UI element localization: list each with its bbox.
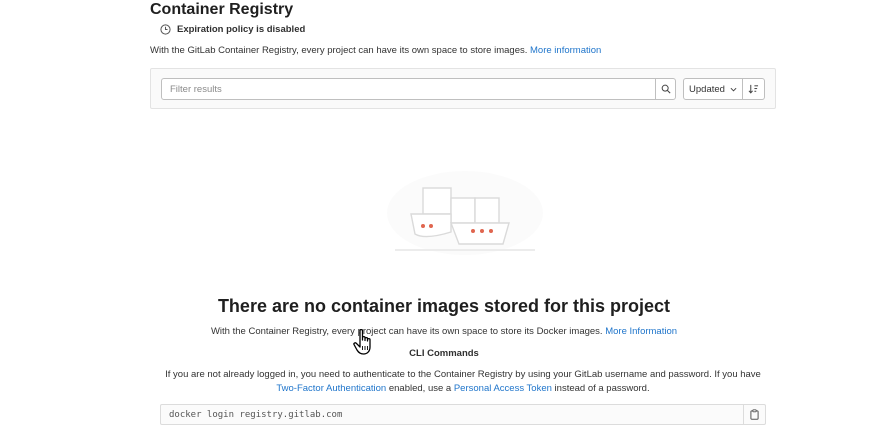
- hand-cursor-icon: [353, 328, 371, 355]
- container-ship-illustration: [387, 171, 543, 255]
- docker-login-command-box: docker login registry.gitlab.com: [160, 404, 766, 425]
- filter-results-input[interactable]: [162, 79, 655, 99]
- clock-icon: [160, 24, 171, 35]
- sort-by-dropdown[interactable]: Updated: [683, 78, 743, 100]
- cli-commands-heading: CLI Commands: [409, 348, 479, 359]
- two-factor-auth-link[interactable]: Two-Factor Authentication: [276, 383, 386, 394]
- cli-text-2: enabled, use a: [388, 382, 452, 394]
- more-information-link-2[interactable]: More Information: [605, 326, 677, 337]
- empty-state-description: With the Container Registry, every proje…: [0, 326, 888, 337]
- registry-intro: With the GitLab Container Registry, ever…: [150, 45, 601, 56]
- copy-icon: [750, 409, 759, 420]
- search-icon: [661, 84, 671, 94]
- cli-instructions: If you are not already logged in, you ne…: [150, 368, 776, 395]
- copy-command-button[interactable]: [743, 405, 765, 424]
- chevron-down-icon: [730, 87, 737, 91]
- page-title: Container Registry: [150, 1, 294, 18]
- empty-state-text: With the Container Registry, every proje…: [210, 326, 603, 337]
- search-button[interactable]: [655, 79, 675, 99]
- container-registry-page: Container Registry Expiration policy is …: [0, 0, 888, 425]
- empty-state-title: There are no container images stored for…: [217, 296, 671, 316]
- sort-direction-icon: [748, 84, 759, 94]
- expiration-policy-text: Expiration policy is disabled: [177, 24, 306, 35]
- more-information-link[interactable]: More information: [530, 45, 601, 56]
- sort-direction-button[interactable]: [743, 78, 765, 100]
- sort-by-label: Updated: [689, 83, 725, 95]
- filter-bar: Updated: [150, 68, 776, 109]
- docker-login-command[interactable]: docker login registry.gitlab.com: [161, 410, 743, 420]
- cli-text-1: If you are not already logged in, you ne…: [165, 369, 761, 380]
- expiration-policy-status: Expiration policy is disabled: [160, 24, 305, 35]
- cli-text-3: instead of a password.: [554, 382, 650, 394]
- registry-intro-text: With the GitLab Container Registry, ever…: [150, 45, 528, 56]
- personal-access-token-link[interactable]: Personal Access Token: [454, 383, 552, 394]
- filter-search-box: [161, 78, 676, 100]
